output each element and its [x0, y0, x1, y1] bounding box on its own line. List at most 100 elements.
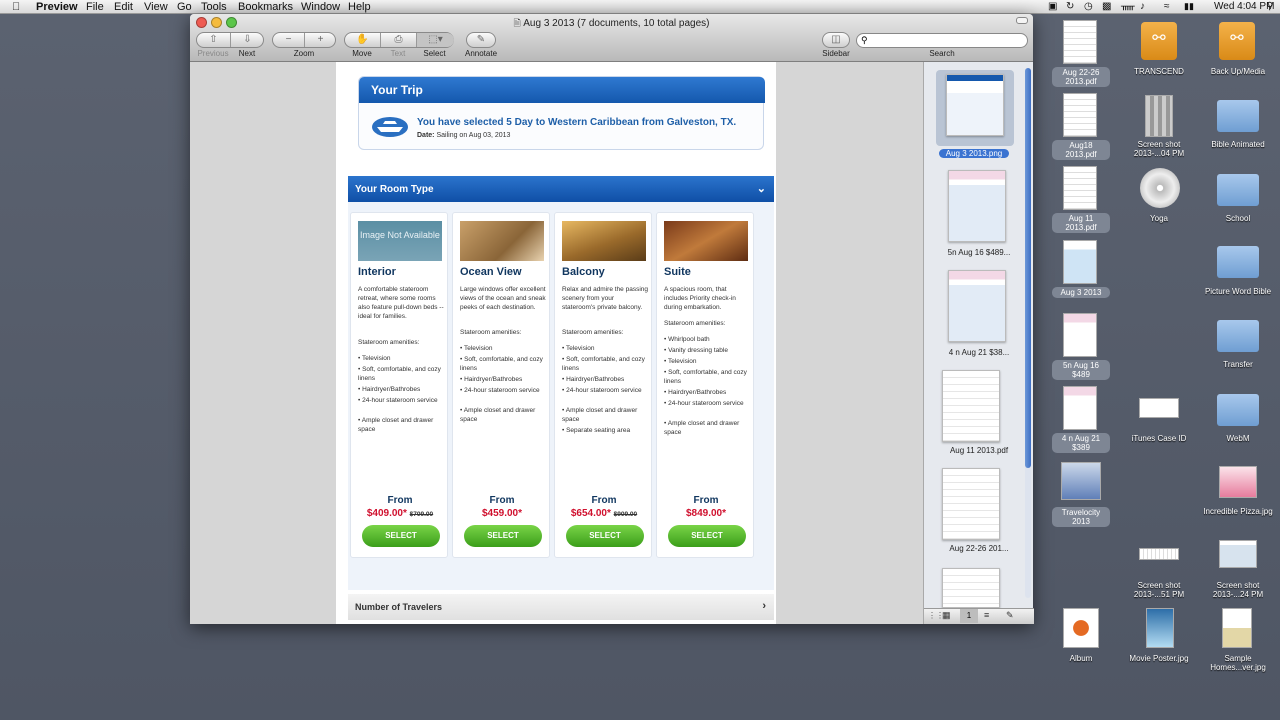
folder-icon[interactable]: [1217, 100, 1259, 132]
usb-drive-icon[interactable]: ⚯: [1141, 22, 1177, 60]
desktop-file-label[interactable]: 5n Aug 16 $489: [1052, 360, 1110, 380]
desktop-file-label[interactable]: Aug 3 2013: [1052, 287, 1110, 298]
menu-view[interactable]: View: [144, 1, 168, 13]
desktop-file-label[interactable]: Aug 22-26 2013.pdf: [1052, 67, 1110, 87]
old-price: $709.00: [409, 511, 434, 518]
menu-edit[interactable]: Edit: [114, 1, 133, 13]
file-image-icon[interactable]: [1063, 313, 1097, 357]
battery-icon[interactable]: ▮▮: [1184, 1, 1194, 12]
previous-button[interactable]: ⇧: [197, 33, 231, 47]
menu-window[interactable]: Window: [301, 1, 340, 13]
number-of-travelers-header[interactable]: Number of Travelers ›: [348, 594, 774, 620]
next-button[interactable]: ⇩: [231, 33, 264, 47]
file-image-icon[interactable]: [1063, 386, 1097, 430]
sidebar-button[interactable]: ◫: [822, 32, 850, 48]
desktop-file-label[interactable]: WebM: [1198, 434, 1278, 443]
desktop-file-label[interactable]: Yoga: [1119, 214, 1199, 223]
desktop-file-label[interactable]: School: [1198, 214, 1278, 223]
select-balcony-button[interactable]: SELECT: [566, 525, 644, 547]
desktop-file-label[interactable]: Screen shot 2013-...51 PM: [1119, 581, 1199, 599]
toolbar-toggle-button[interactable]: [1016, 17, 1028, 24]
spotlight-icon[interactable]: ⚲: [1266, 1, 1273, 12]
menu-app-name[interactable]: Preview: [36, 1, 78, 13]
desktop-file-label[interactable]: Picture Word Bible: [1198, 287, 1278, 296]
file-pdf-icon[interactable]: [1063, 20, 1097, 64]
display-icon[interactable]: ▩: [1102, 1, 1111, 12]
zoom-in-button[interactable]: +: [305, 33, 336, 47]
document-icon[interactable]: [1139, 398, 1179, 418]
wifi-icon[interactable]: ≈: [1164, 1, 1170, 12]
thumbnail-aug-22-26[interactable]: [942, 468, 1000, 540]
arrow-up-icon: ⇧: [209, 34, 218, 45]
balcony-room-photo: [562, 221, 646, 261]
document-page[interactable]: Your Trip You have selected 5 Day to Wes…: [336, 62, 776, 624]
desktop-file-label[interactable]: Back Up/Media: [1198, 67, 1278, 76]
desktop-file-label[interactable]: Transfer: [1198, 360, 1278, 369]
annotate-button[interactable]: ✎: [466, 32, 496, 48]
select-suite-button[interactable]: SELECT: [668, 525, 746, 547]
file-image-icon[interactable]: [1063, 240, 1097, 284]
list-view-icon[interactable]: ≡: [984, 610, 989, 620]
thumbnail-5n-aug-16[interactable]: [948, 170, 1006, 242]
folder-icon[interactable]: [1217, 246, 1259, 278]
zoom-group: − +: [272, 32, 336, 48]
desktop-file-label[interactable]: Movie Poster.jpg: [1119, 654, 1199, 663]
file-pdf-icon[interactable]: [1063, 166, 1097, 210]
room-type-header[interactable]: Your Room Type ⌄: [348, 176, 774, 202]
movie-poster-icon[interactable]: [1146, 608, 1174, 648]
sync-icon[interactable]: ↻: [1066, 1, 1074, 12]
desktop-file-label[interactable]: Album: [1041, 654, 1121, 663]
menu-tools[interactable]: Tools: [201, 1, 227, 13]
image-file-icon[interactable]: [1222, 608, 1252, 648]
desktop-file-label[interactable]: Aug18 2013.pdf: [1052, 140, 1110, 160]
time-machine-icon[interactable]: ◷: [1084, 1, 1093, 12]
folder-icon[interactable]: [1217, 320, 1259, 352]
ocean-view-room-photo: [460, 221, 544, 261]
menu-file[interactable]: File: [86, 1, 104, 13]
thumbnail-next-document[interactable]: [942, 568, 1000, 608]
text-tool-button[interactable]: ⎙: [381, 33, 417, 47]
thumbnail-4n-aug-21[interactable]: [948, 270, 1006, 342]
bluetooth-icon[interactable]: ᚅ: [1121, 1, 1135, 12]
move-tool-button[interactable]: ✋: [345, 33, 381, 47]
screen-recorder-icon[interactable]: ▣: [1048, 1, 1057, 12]
page-number[interactable]: 1: [960, 609, 978, 623]
desktop-file-label[interactable]: Bible Animated: [1198, 140, 1278, 149]
select-tool-button[interactable]: ⬚▾: [417, 33, 454, 47]
desktop-file-label[interactable]: Screen shot 2013-...24 PM: [1198, 581, 1278, 599]
desktop-file-label[interactable]: TRANSCEND: [1119, 67, 1199, 76]
desktop-file-label[interactable]: Screen shot 2013-...04 PM: [1119, 140, 1199, 158]
edit-pencil-icon[interactable]: ✎: [1006, 610, 1014, 621]
select-interior-button[interactable]: SELECT: [362, 525, 440, 547]
thumbnail-aug-3-2013[interactable]: [946, 74, 1004, 136]
image-file-icon[interactable]: [1219, 466, 1257, 498]
folder-icon[interactable]: [1217, 394, 1259, 426]
menu-bookmarks[interactable]: Bookmarks: [238, 1, 293, 13]
album-image-icon[interactable]: [1063, 608, 1099, 648]
menu-go[interactable]: Go: [177, 1, 192, 13]
desktop-file-label[interactable]: iTunes Case ID: [1119, 434, 1199, 443]
screenshot-file-icon[interactable]: [1145, 95, 1173, 137]
desktop-file-label[interactable]: Travelocity 2013: [1052, 507, 1110, 527]
select-ocean-view-button[interactable]: SELECT: [464, 525, 542, 547]
thumbnail-aug-11-2013[interactable]: [942, 370, 1000, 442]
volume-icon[interactable]: ♪: [1140, 1, 1145, 12]
dvd-disc-icon[interactable]: [1140, 168, 1180, 208]
menu-help[interactable]: Help: [348, 1, 371, 13]
usb-drive-icon[interactable]: ⚯: [1219, 22, 1255, 60]
zoom-out-button[interactable]: −: [273, 33, 305, 47]
screenshot-file-icon[interactable]: [1139, 548, 1179, 560]
search-input[interactable]: ⚲: [856, 33, 1028, 48]
apple-menu-icon[interactable]: : [12, 1, 20, 13]
file-pdf-icon[interactable]: [1063, 93, 1097, 137]
sidebar-scroll-thumb[interactable]: [1025, 68, 1031, 468]
desktop-file-label[interactable]: Sample Homes...ver.jpg: [1198, 654, 1278, 672]
desktop-file-label[interactable]: 4 n Aug 21 $389: [1052, 433, 1110, 453]
screenshot-file-icon[interactable]: [1219, 540, 1257, 568]
grid-view-icon[interactable]: ▦: [942, 610, 951, 621]
desktop-file-label[interactable]: Incredible Pizza.jpg: [1198, 507, 1278, 516]
file-image-icon[interactable]: [1061, 462, 1101, 500]
desktop-file-label[interactable]: Aug 11 2013.pdf: [1052, 213, 1110, 233]
folder-icon[interactable]: [1217, 174, 1259, 206]
sidebar-scrollbar[interactable]: [1025, 68, 1031, 598]
